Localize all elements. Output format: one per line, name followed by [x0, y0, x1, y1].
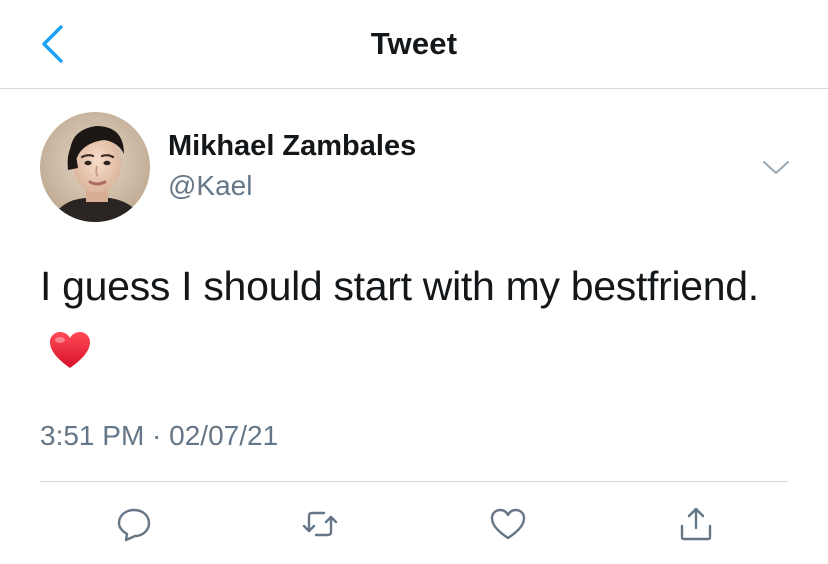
tweet-text: I guess I should start with my bestfrien…	[40, 254, 780, 388]
heart-outline-icon	[490, 508, 526, 540]
divider	[40, 481, 788, 482]
chevron-down-icon	[763, 161, 789, 174]
tweet-timestamp: 3:51 PM · 02/07/21	[40, 420, 279, 451]
like-button[interactable]	[486, 502, 530, 546]
navigation-bar: Tweet	[0, 0, 828, 89]
tweet-detail-screen: Tweet Mikhael Zambales @Kael I guess I s…	[0, 0, 828, 564]
retweet-icon	[302, 511, 338, 537]
comment-icon	[117, 508, 151, 542]
reply-button[interactable]	[112, 502, 156, 546]
author-display-name[interactable]: Mikhael Zambales	[168, 130, 416, 163]
share-button[interactable]	[674, 502, 718, 546]
tweet-text-content: I guess I should start with my bestfrien…	[40, 263, 759, 309]
profile-photo	[40, 112, 150, 222]
share-icon	[680, 507, 712, 541]
heart-icon	[50, 332, 90, 368]
tweet-options-button[interactable]	[758, 150, 794, 186]
page-title: Tweet	[370, 26, 458, 61]
author-handle[interactable]: @Kael	[168, 170, 252, 202]
red-heart-emoji	[48, 324, 92, 388]
avatar[interactable]	[40, 112, 150, 222]
retweet-button[interactable]	[298, 502, 342, 546]
